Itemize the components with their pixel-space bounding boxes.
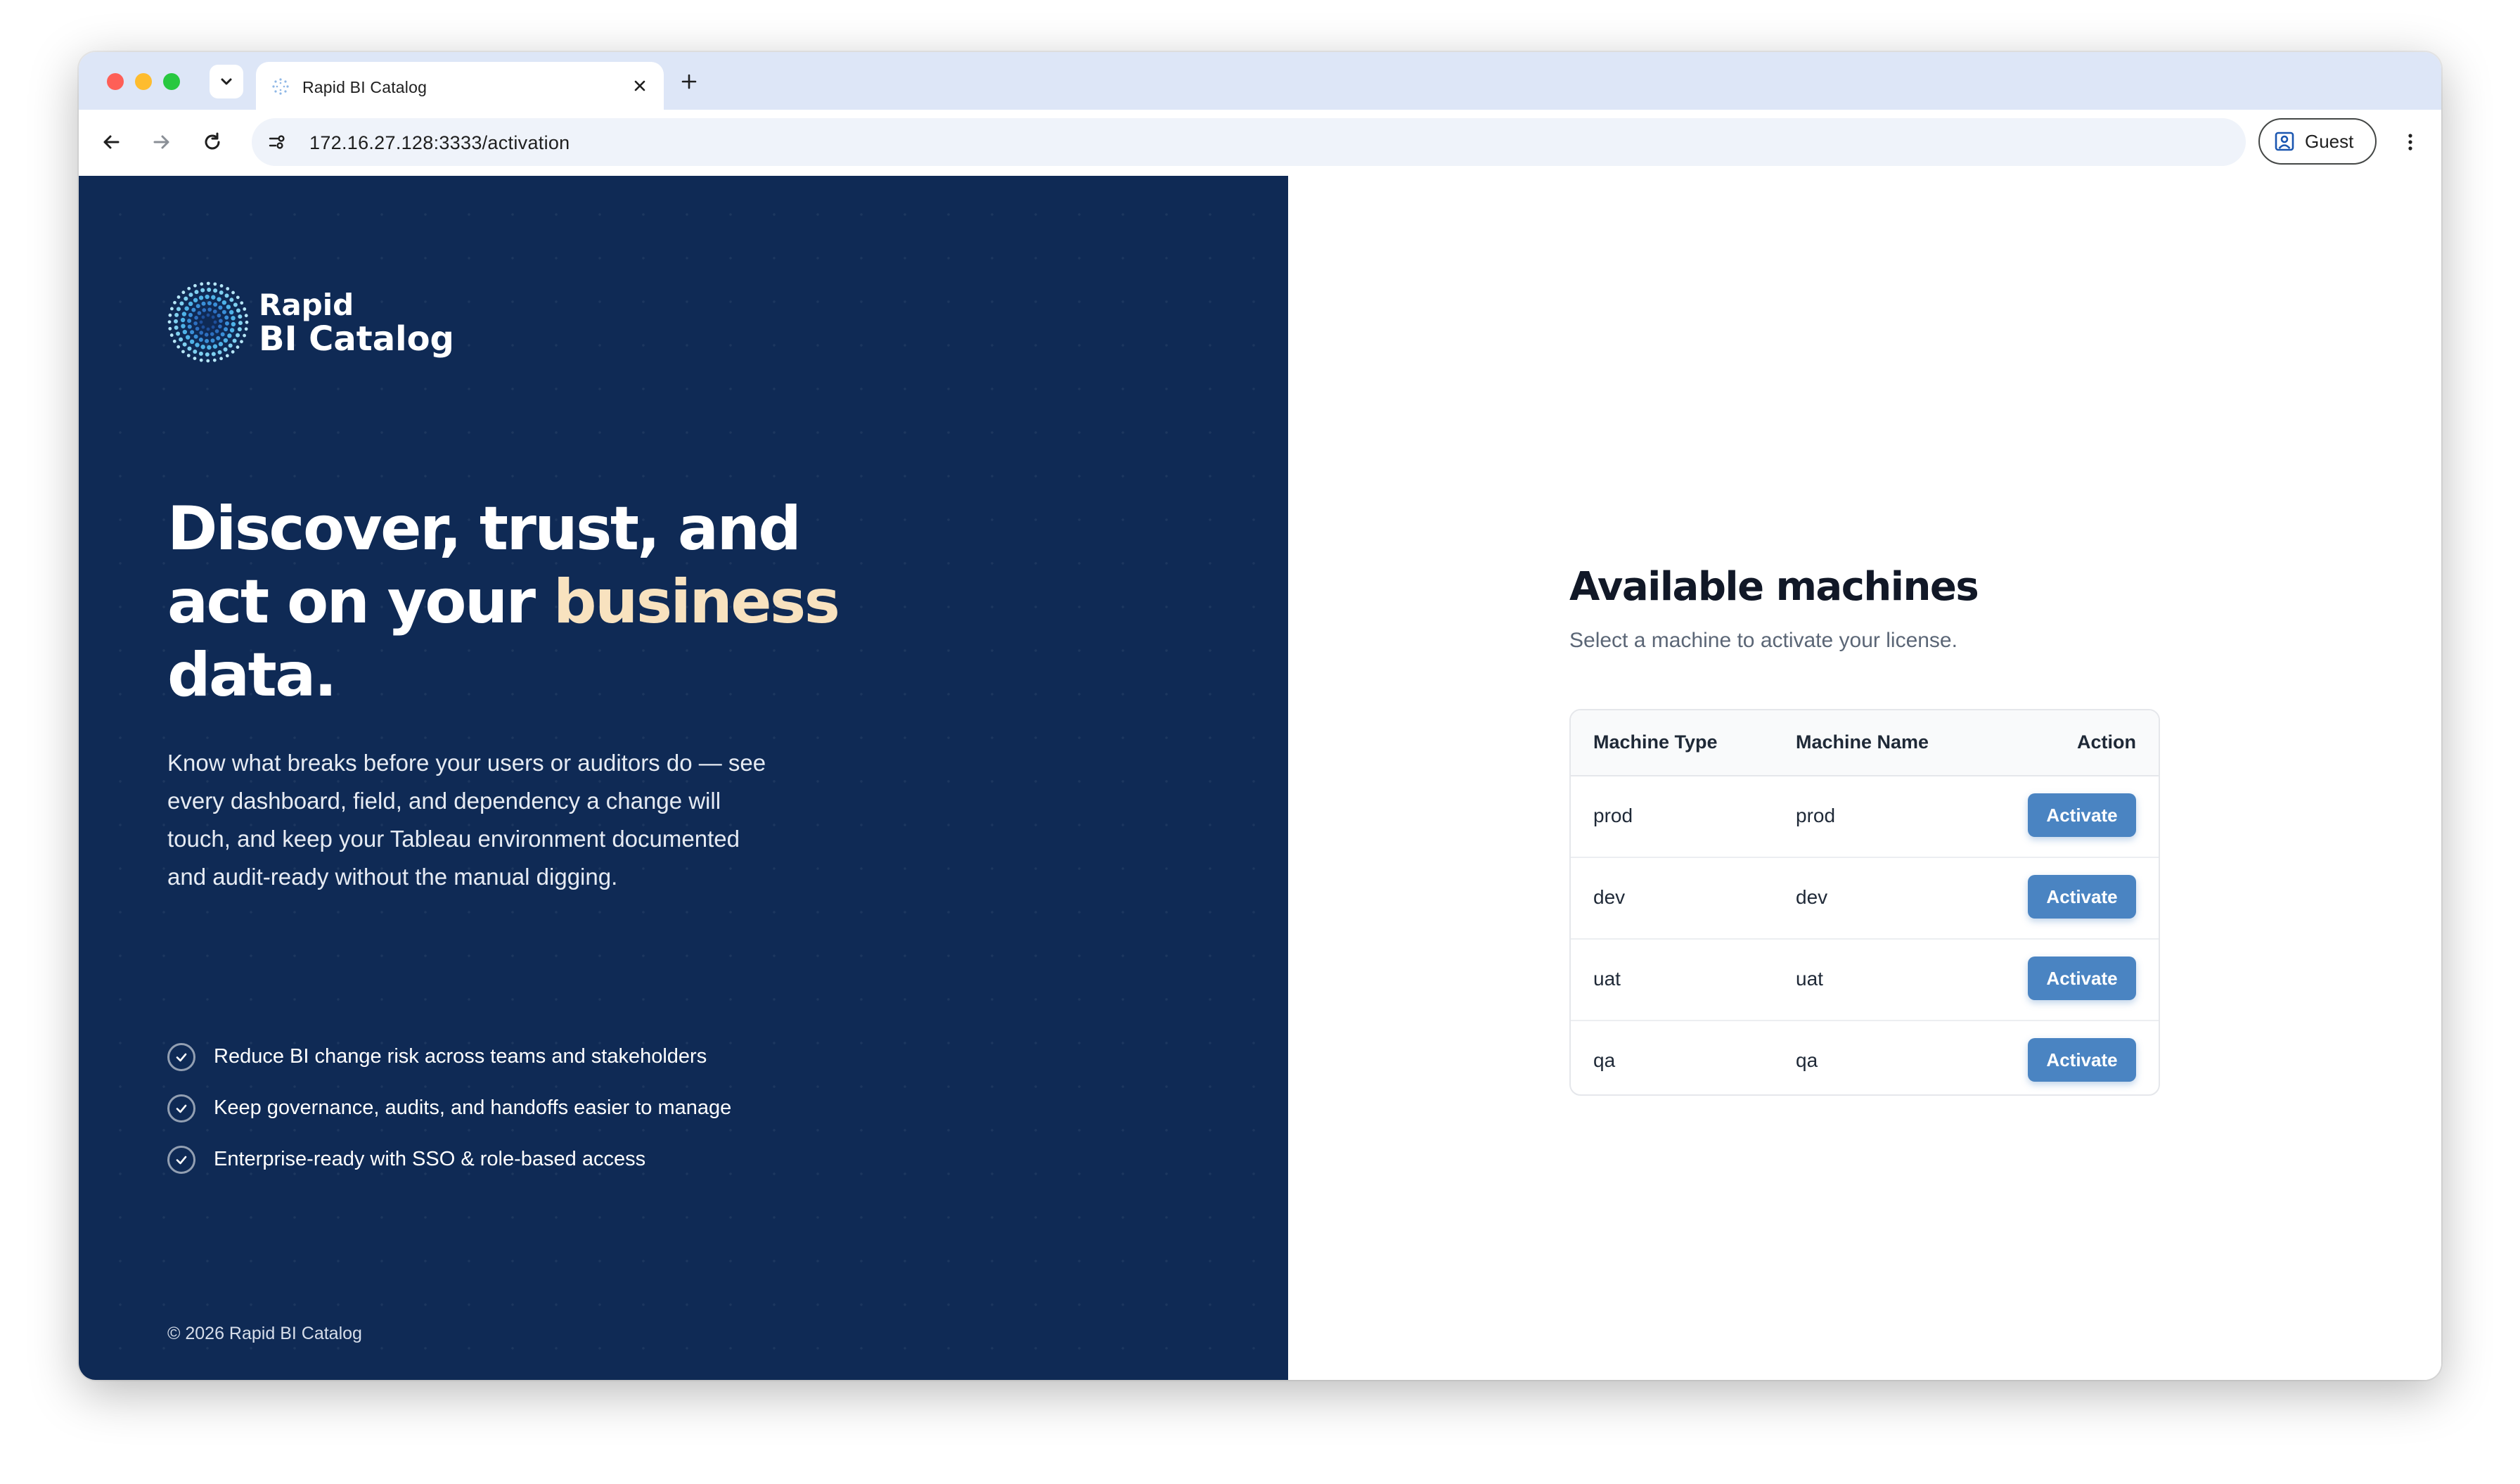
close-window-button[interactable] [107, 73, 124, 90]
machine-type-cell: qa [1593, 1049, 1616, 1071]
machine-type-cell: uat [1593, 968, 1621, 990]
machine-type-cell: dev [1593, 886, 1626, 908]
tab-close-button[interactable] [629, 75, 651, 97]
address-bar[interactable]: 172.16.27.128:3333/activation [252, 118, 2246, 166]
reload-button[interactable] [195, 125, 229, 159]
tab-strip: Rapid BI Catalog [79, 52, 2441, 110]
site-info-button[interactable] [263, 128, 291, 156]
back-arrow-icon [103, 135, 120, 149]
table-header: Machine Type Machine Name Action [1571, 710, 2159, 776]
copyright-text: © 2026 Rapid BI Catalog [167, 1324, 362, 1343]
benefit-text: Keep governance, audits, and handoffs ea… [214, 1096, 732, 1119]
favicon-icon [272, 78, 289, 95]
new-tab-button[interactable] [676, 69, 702, 94]
machine-name-cell: prod [1796, 805, 1836, 826]
maximize-window-button[interactable] [163, 73, 180, 90]
machines-table: Machine Type Machine Name Action prod pr… [1569, 709, 2160, 1096]
hero-headline: Discover, trust, and act on your busines… [167, 492, 856, 712]
guest-profile-button[interactable]: Guest [2258, 118, 2377, 165]
close-icon [634, 80, 645, 91]
burst-logo-icon [167, 281, 249, 363]
forward-arrow-icon [153, 135, 169, 149]
activate-button-prod[interactable]: Activate [2028, 793, 2136, 837]
benefit-text: Enterprise-ready with SSO & role-based a… [214, 1148, 646, 1170]
plus-icon [681, 74, 697, 89]
machines-title: Available machines [1569, 564, 1979, 610]
benefit-text: Reduce BI change risk across teams and s… [214, 1045, 707, 1068]
headline-accent: business [553, 567, 840, 637]
activate-button-dev[interactable]: Activate [2028, 875, 2136, 919]
activation-panel: Available machines Select a machine to a… [1288, 176, 2441, 1380]
benefit-item: Enterprise-ready with SSO & role-based a… [167, 1134, 731, 1185]
benefit-item: Reduce BI change risk across teams and s… [167, 1031, 731, 1082]
machine-name-cell: dev [1796, 886, 1828, 908]
column-header-action: Action [2077, 731, 2136, 753]
machine-type-cell: prod [1593, 805, 1633, 826]
tab-rapid-bi-catalog[interactable]: Rapid BI Catalog [256, 62, 664, 110]
url-text: 172.16.27.128:3333/activation [309, 132, 570, 153]
hero-lead: Know what breaks before your users or au… [167, 750, 766, 890]
check-circle-icon [167, 1094, 195, 1122]
brand-logo: Rapid BI Catalog [167, 281, 454, 363]
table-row: dev dev Activate [1571, 858, 2159, 940]
hero-panel: Rapid BI Catalog Discover, trust, and ac… [79, 176, 1288, 1380]
column-header-machine-type: Machine Type [1593, 731, 1718, 753]
check-circle-icon [167, 1145, 195, 1174]
site-info-icon [269, 135, 285, 149]
machine-name-cell: qa [1796, 1049, 1818, 1071]
guest-profile-icon [2275, 132, 2294, 151]
tab-search-button[interactable] [210, 65, 243, 98]
brand-name: Rapid BI Catalog [259, 288, 454, 359]
machines-subtitle: Select a machine to activate your licens… [1569, 629, 1958, 652]
browser-toolbar: 172.16.27.128:3333/activation Guest [79, 110, 2441, 177]
table-row: qa qa Activate [1571, 1021, 2159, 1094]
back-button[interactable] [94, 125, 128, 159]
reload-icon [205, 132, 220, 150]
column-header-machine-name: Machine Name [1796, 731, 1929, 753]
more-vert-icon [2408, 134, 2412, 151]
browser-window: Rapid BI Catalog 172.16.27.128:3333/acti… [79, 52, 2441, 1380]
tab-search-icon [221, 78, 232, 85]
guest-label: Guest [2305, 130, 2354, 152]
minimize-window-button[interactable] [135, 73, 152, 90]
check-circle-icon [167, 1042, 195, 1071]
forward-button[interactable] [145, 125, 179, 159]
browser-menu-button[interactable] [2393, 125, 2427, 159]
activate-button-uat[interactable]: Activate [2028, 957, 2136, 1000]
benefit-item: Keep governance, audits, and handoffs ea… [167, 1082, 731, 1134]
benefit-list: Reduce BI change risk across teams and s… [167, 1031, 731, 1185]
activate-button-qa[interactable]: Activate [2028, 1038, 2136, 1082]
brand-line-1: Rapid [259, 288, 354, 322]
table-row: uat uat Activate [1571, 940, 2159, 1021]
table-row: prod prod Activate [1571, 776, 2159, 858]
headline-part-2: data. [167, 640, 337, 710]
brand-line-2: BI Catalog [259, 319, 454, 359]
tab-title: Rapid BI Catalog [302, 78, 428, 96]
machine-name-cell: uat [1796, 968, 1823, 990]
